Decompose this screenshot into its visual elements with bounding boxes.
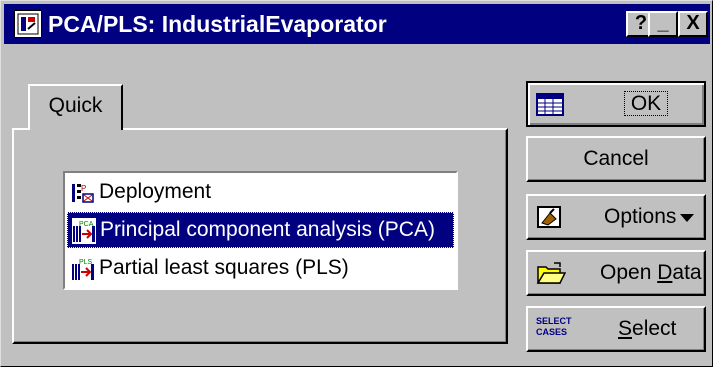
svg-text:P: P	[81, 184, 86, 193]
cancel-label: Cancel	[583, 147, 649, 170]
open-data-button[interactable]: Open Data	[526, 250, 706, 296]
list-item-pca[interactable]: PCA Principal component analysis (PCA)	[67, 212, 454, 248]
list-item-pls[interactable]: PLS Partial least squares (PLS)	[67, 251, 454, 287]
list-item-label: Partial least squares (PLS)	[99, 256, 349, 279]
open-data-accelerator: D	[657, 261, 673, 284]
pca-icon: PCA	[72, 218, 96, 244]
spreadsheet-icon	[536, 92, 566, 118]
hand-pointer-icon	[536, 205, 566, 231]
list-item-label: Deployment	[99, 180, 212, 203]
folder-open-icon	[536, 261, 567, 287]
select-button[interactable]: SELECT CASES Select	[526, 306, 706, 352]
window-title: PCA/PLS: IndustrialEvaporator	[48, 11, 387, 37]
minimize-button[interactable]: _	[648, 11, 678, 37]
options-button[interactable]: Options	[526, 194, 706, 240]
ok-button[interactable]: OK	[526, 81, 706, 127]
pls-icon: PLS	[71, 256, 95, 282]
select-cases-icon: SELECT CASES	[536, 316, 572, 337]
select-label-post: elect	[632, 317, 677, 340]
ok-label: OK	[623, 91, 669, 116]
open-data-label-post: ata	[672, 261, 702, 284]
tab-quick[interactable]: Quick	[28, 84, 123, 130]
select-accelerator: S	[618, 317, 633, 340]
chevron-down-icon	[680, 214, 694, 222]
dialog-window: PCA/PLS: IndustrialEvaporator ? _ X Quic…	[0, 0, 713, 367]
svg-text:PLS: PLS	[79, 259, 93, 266]
list-item-deployment[interactable]: P Deployment	[67, 175, 454, 211]
app-icon[interactable]	[14, 10, 42, 38]
deployment-icon: P	[71, 180, 95, 206]
cancel-button[interactable]: Cancel	[526, 136, 706, 182]
title-bar[interactable]: PCA/PLS: IndustrialEvaporator ? _ X	[4, 4, 710, 44]
svg-text:PCA: PCA	[79, 221, 94, 228]
close-button[interactable]: X	[678, 11, 708, 37]
analysis-list[interactable]: P Deployment PCA Principal component ana…	[63, 171, 458, 290]
list-item-label: Principal component analysis (PCA)	[100, 218, 435, 241]
open-data-label-pre: Open	[600, 261, 658, 284]
